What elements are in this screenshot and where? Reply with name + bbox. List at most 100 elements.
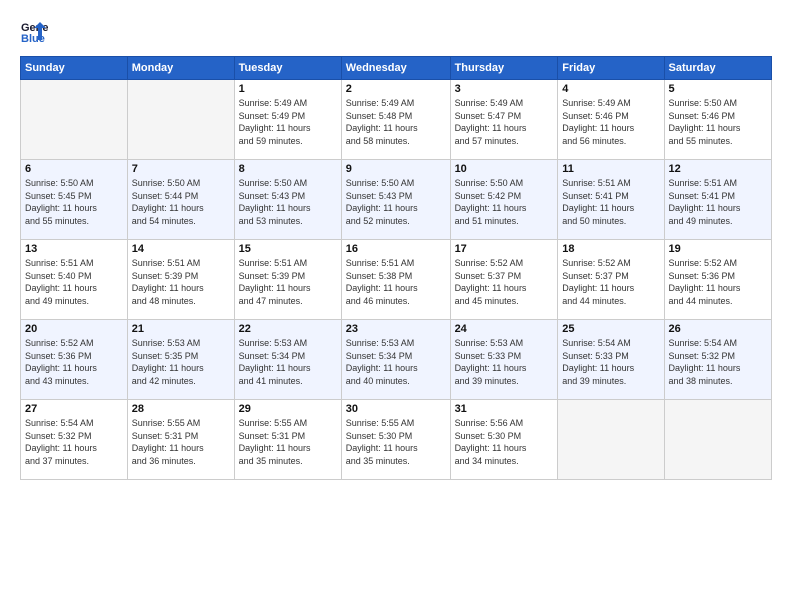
col-header-thursday: Thursday: [450, 57, 558, 80]
calendar-cell: 16 Sunrise: 5:51 AM Sunset: 5:38 PM Dayli…: [341, 240, 450, 320]
day-info: Sunrise: 5:50 AM Sunset: 5:43 PM Dayligh…: [239, 177, 337, 227]
col-header-tuesday: Tuesday: [234, 57, 341, 80]
calendar-cell: 14 Sunrise: 5:51 AM Sunset: 5:39 PM Dayli…: [127, 240, 234, 320]
calendar-cell: [558, 400, 664, 480]
calendar-cell: 3 Sunrise: 5:49 AM Sunset: 5:47 PM Daylig…: [450, 80, 558, 160]
day-number: 30: [346, 403, 446, 415]
calendar-cell: 29 Sunrise: 5:55 AM Sunset: 5:31 PM Dayli…: [234, 400, 341, 480]
calendar-cell: 7 Sunrise: 5:50 AM Sunset: 5:44 PM Daylig…: [127, 160, 234, 240]
calendar-cell: 9 Sunrise: 5:50 AM Sunset: 5:43 PM Daylig…: [341, 160, 450, 240]
col-header-sunday: Sunday: [21, 57, 128, 80]
day-number: 4: [562, 83, 659, 95]
day-number: 12: [669, 163, 767, 175]
calendar-header-row: SundayMondayTuesdayWednesdayThursdayFrid…: [21, 57, 772, 80]
day-number: 3: [455, 83, 554, 95]
day-info: Sunrise: 5:52 AM Sunset: 5:37 PM Dayligh…: [562, 257, 659, 307]
logo: General Blue: [20, 18, 52, 46]
col-header-saturday: Saturday: [664, 57, 771, 80]
day-number: 27: [25, 403, 123, 415]
calendar: SundayMondayTuesdayWednesdayThursdayFrid…: [20, 56, 772, 480]
day-info: Sunrise: 5:52 AM Sunset: 5:37 PM Dayligh…: [455, 257, 554, 307]
calendar-cell: 6Sunrise: 5:50 AM Sunset: 5:45 PM Daylig…: [21, 160, 128, 240]
day-number: 18: [562, 243, 659, 255]
day-number: 11: [562, 163, 659, 175]
day-info: Sunrise: 5:56 AM Sunset: 5:30 PM Dayligh…: [455, 417, 554, 467]
calendar-cell: 28 Sunrise: 5:55 AM Sunset: 5:31 PM Dayli…: [127, 400, 234, 480]
col-header-wednesday: Wednesday: [341, 57, 450, 80]
calendar-cell: 22Sunrise: 5:53 AM Sunset: 5:34 PM Dayli…: [234, 320, 341, 400]
calendar-cell: 24 Sunrise: 5:53 AM Sunset: 5:33 PM Dayli…: [450, 320, 558, 400]
day-number: 29: [239, 403, 337, 415]
day-number: 5: [669, 83, 767, 95]
calendar-cell: 10Sunrise: 5:50 AM Sunset: 5:42 PM Dayli…: [450, 160, 558, 240]
calendar-week-row: 13 Sunrise: 5:51 AM Sunset: 5:40 PM Dayli…: [21, 240, 772, 320]
calendar-cell: 15 Sunrise: 5:51 AM Sunset: 5:39 PM Dayli…: [234, 240, 341, 320]
day-info: Sunrise: 5:53 AM Sunset: 5:35 PM Dayligh…: [132, 337, 230, 387]
day-info: Sunrise: 5:55 AM Sunset: 5:31 PM Dayligh…: [239, 417, 337, 467]
day-number: 13: [25, 243, 123, 255]
calendar-cell: 8 Sunrise: 5:50 AM Sunset: 5:43 PM Daylig…: [234, 160, 341, 240]
day-info: Sunrise: 5:54 AM Sunset: 5:32 PM Dayligh…: [25, 417, 123, 467]
day-info: Sunrise: 5:51 AM Sunset: 5:41 PM Dayligh…: [562, 177, 659, 227]
col-header-friday: Friday: [558, 57, 664, 80]
day-number: 8: [239, 163, 337, 175]
day-number: 2: [346, 83, 446, 95]
calendar-cell: 21 Sunrise: 5:53 AM Sunset: 5:35 PM Dayli…: [127, 320, 234, 400]
day-info: Sunrise: 5:50 AM Sunset: 5:46 PM Dayligh…: [669, 97, 767, 147]
calendar-cell: 5 Sunrise: 5:50 AM Sunset: 5:46 PM Daylig…: [664, 80, 771, 160]
calendar-cell: 26 Sunrise: 5:54 AM Sunset: 5:32 PM Dayli…: [664, 320, 771, 400]
day-info: Sunrise: 5:54 AM Sunset: 5:32 PM Dayligh…: [669, 337, 767, 387]
calendar-cell: 30Sunrise: 5:55 AM Sunset: 5:30 PM Dayli…: [341, 400, 450, 480]
day-number: 24: [455, 323, 554, 335]
day-number: 17: [455, 243, 554, 255]
calendar-week-row: 20Sunrise: 5:52 AM Sunset: 5:36 PM Dayli…: [21, 320, 772, 400]
day-info: Sunrise: 5:51 AM Sunset: 5:40 PM Dayligh…: [25, 257, 123, 307]
calendar-cell: 23 Sunrise: 5:53 AM Sunset: 5:34 PM Dayli…: [341, 320, 450, 400]
day-info: Sunrise: 5:54 AM Sunset: 5:33 PM Dayligh…: [562, 337, 659, 387]
day-number: 19: [669, 243, 767, 255]
calendar-cell: 11 Sunrise: 5:51 AM Sunset: 5:41 PM Dayli…: [558, 160, 664, 240]
day-info: Sunrise: 5:53 AM Sunset: 5:34 PM Dayligh…: [346, 337, 446, 387]
calendar-cell: [127, 80, 234, 160]
day-info: Sunrise: 5:52 AM Sunset: 5:36 PM Dayligh…: [669, 257, 767, 307]
day-number: 26: [669, 323, 767, 335]
calendar-cell: 31 Sunrise: 5:56 AM Sunset: 5:30 PM Dayli…: [450, 400, 558, 480]
calendar-cell: 27 Sunrise: 5:54 AM Sunset: 5:32 PM Dayli…: [21, 400, 128, 480]
day-number: 20: [25, 323, 123, 335]
calendar-cell: 4Sunrise: 5:49 AM Sunset: 5:46 PM Daylig…: [558, 80, 664, 160]
day-info: Sunrise: 5:51 AM Sunset: 5:39 PM Dayligh…: [239, 257, 337, 307]
day-info: Sunrise: 5:51 AM Sunset: 5:38 PM Dayligh…: [346, 257, 446, 307]
day-number: 21: [132, 323, 230, 335]
day-number: 1: [239, 83, 337, 95]
day-info: Sunrise: 5:53 AM Sunset: 5:33 PM Dayligh…: [455, 337, 554, 387]
day-number: 14: [132, 243, 230, 255]
calendar-week-row: 1 Sunrise: 5:49 AM Sunset: 5:49 PM Daylig…: [21, 80, 772, 160]
day-number: 23: [346, 323, 446, 335]
calendar-cell: 1 Sunrise: 5:49 AM Sunset: 5:49 PM Daylig…: [234, 80, 341, 160]
day-number: 9: [346, 163, 446, 175]
day-info: Sunrise: 5:50 AM Sunset: 5:43 PM Dayligh…: [346, 177, 446, 227]
day-info: Sunrise: 5:50 AM Sunset: 5:45 PM Dayligh…: [25, 177, 123, 227]
day-info: Sunrise: 5:49 AM Sunset: 5:48 PM Dayligh…: [346, 97, 446, 147]
calendar-cell: 25 Sunrise: 5:54 AM Sunset: 5:33 PM Dayli…: [558, 320, 664, 400]
day-info: Sunrise: 5:55 AM Sunset: 5:31 PM Dayligh…: [132, 417, 230, 467]
logo-icon: General Blue: [20, 18, 48, 46]
day-number: 28: [132, 403, 230, 415]
day-number: 16: [346, 243, 446, 255]
day-info: Sunrise: 5:50 AM Sunset: 5:44 PM Dayligh…: [132, 177, 230, 227]
day-number: 22: [239, 323, 337, 335]
day-info: Sunrise: 5:49 AM Sunset: 5:49 PM Dayligh…: [239, 97, 337, 147]
calendar-cell: [21, 80, 128, 160]
calendar-cell: 12Sunrise: 5:51 AM Sunset: 5:41 PM Dayli…: [664, 160, 771, 240]
day-number: 15: [239, 243, 337, 255]
header: General Blue: [20, 18, 772, 46]
day-number: 31: [455, 403, 554, 415]
day-number: 7: [132, 163, 230, 175]
day-info: Sunrise: 5:51 AM Sunset: 5:39 PM Dayligh…: [132, 257, 230, 307]
day-number: 25: [562, 323, 659, 335]
calendar-week-row: 6Sunrise: 5:50 AM Sunset: 5:45 PM Daylig…: [21, 160, 772, 240]
calendar-cell: 18 Sunrise: 5:52 AM Sunset: 5:37 PM Dayli…: [558, 240, 664, 320]
day-info: Sunrise: 5:49 AM Sunset: 5:47 PM Dayligh…: [455, 97, 554, 147]
calendar-cell: 20Sunrise: 5:52 AM Sunset: 5:36 PM Dayli…: [21, 320, 128, 400]
calendar-cell: 19 Sunrise: 5:52 AM Sunset: 5:36 PM Dayli…: [664, 240, 771, 320]
